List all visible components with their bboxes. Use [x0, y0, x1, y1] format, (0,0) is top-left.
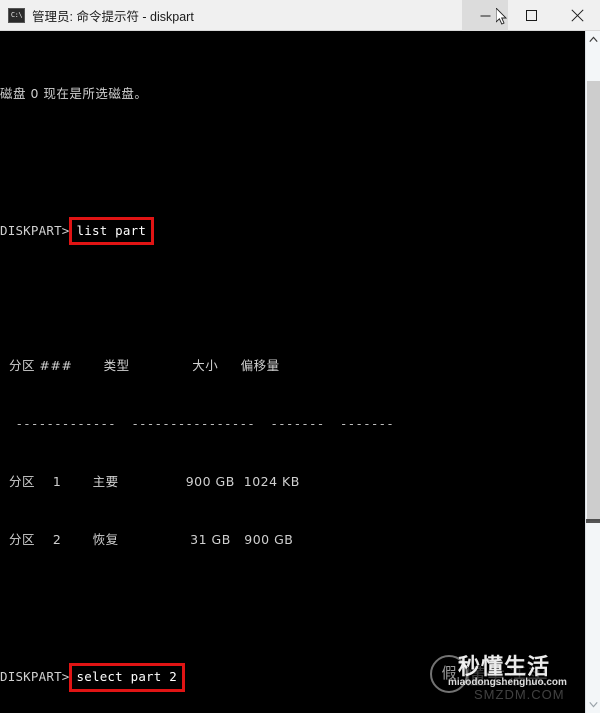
- highlighted-command-list-part: list part: [68, 216, 155, 246]
- scrollbar-mark: [586, 519, 600, 523]
- chevron-down-icon: [589, 702, 598, 708]
- table-row: 分区 1 主要 900 GB 1024 KB: [0, 474, 300, 490]
- vertical-scrollbar[interactable]: [585, 31, 600, 713]
- highlighted-command-select-part: select part 2: [68, 663, 185, 692]
- output-line: 磁盘 0 现在是所选磁盘。: [0, 86, 148, 102]
- scroll-down-button[interactable]: [586, 696, 600, 713]
- table-separator-row: ------------- ---------------- ------- -…: [0, 416, 395, 432]
- minimize-icon: [480, 15, 490, 16]
- command-prompt-window: C:\ 管理员: 命令提示符 - diskpart 磁盘 0 现在是所选磁盘。 …: [0, 0, 600, 713]
- close-icon: [570, 8, 584, 22]
- scrollbar-thumb[interactable]: [587, 81, 600, 521]
- window-controls: [462, 0, 600, 31]
- maximize-button[interactable]: [508, 0, 554, 31]
- table-header-row: 分区 ### 类型 大小 偏移量: [0, 357, 280, 373]
- console-icon: C:\: [8, 7, 25, 23]
- window-title: 管理员: 命令提示符 - diskpart: [32, 9, 194, 24]
- command-line-list-part: DISKPART> list part: [0, 216, 585, 246]
- scroll-up-button[interactable]: [586, 31, 600, 48]
- close-button[interactable]: [554, 0, 600, 31]
- maximize-icon: [525, 9, 537, 21]
- prompt: DISKPART>: [0, 669, 70, 685]
- command-line-select-part: DISKPART> select part 2: [0, 663, 585, 692]
- prompt: DISKPART>: [0, 223, 70, 239]
- table-row: 分区 2 恢复 31 GB 900 GB: [0, 532, 294, 548]
- window-titlebar[interactable]: C:\ 管理员: 命令提示符 - diskpart: [0, 0, 600, 31]
- console-output-area[interactable]: 磁盘 0 现在是所选磁盘。 DISKPART> list part 分区 ### …: [0, 31, 585, 713]
- chevron-up-icon: [589, 36, 598, 42]
- terminal-text: 磁盘 0 现在是所选磁盘。 DISKPART> list part 分区 ### …: [0, 31, 585, 713]
- minimize-button[interactable]: [462, 0, 508, 31]
